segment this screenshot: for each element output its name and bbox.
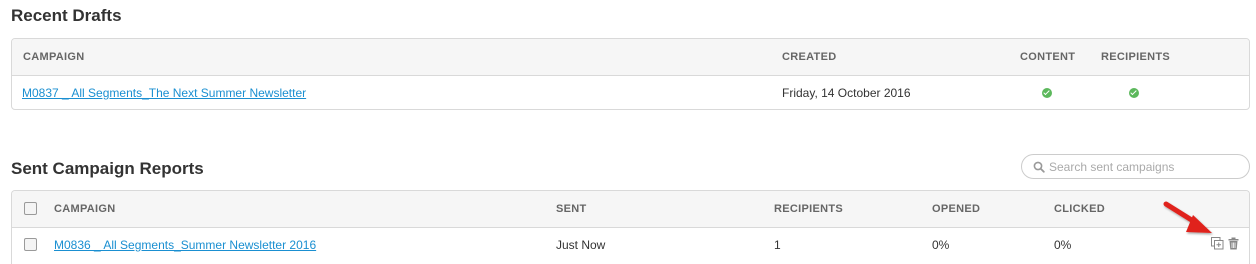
draft-campaign-link[interactable]: M0837 _ All Segments_The Next Summer New… (22, 76, 306, 109)
sent-col-opened[interactable]: OPENED (932, 191, 980, 227)
red-arrow-icon (1163, 201, 1212, 233)
recipients-ok-check-icon (1129, 88, 1139, 98)
drafts-table-header: CAMPAIGN CREATED CONTENT RECIPIENTS (12, 39, 1249, 76)
trash-icon[interactable] (1228, 237, 1239, 250)
sent-recipients-count: 1 (774, 238, 781, 252)
sent-col-recipients[interactable]: RECIPIENTS (774, 191, 843, 227)
sent-col-sent[interactable]: SENT (556, 191, 587, 227)
row-select-checkbox[interactable] (24, 238, 37, 251)
drafts-col-content[interactable]: CONTENT (1020, 39, 1075, 75)
recent-drafts-table: CAMPAIGN CREATED CONTENT RECIPIENTS M083… (11, 38, 1250, 110)
sent-time: Just Now (556, 238, 606, 252)
sent-table-header: CAMPAIGN SENT RECIPIENTS OPENED CLICKED (12, 191, 1249, 228)
drafts-col-created[interactable]: CREATED (782, 39, 836, 75)
search-sent-campaigns (1021, 154, 1250, 179)
recent-drafts-title: Recent Drafts (11, 6, 122, 25)
sent-reports-table: CAMPAIGN SENT RECIPIENTS OPENED CLICKED … (11, 190, 1250, 264)
sent-opened-rate: 0% (932, 238, 950, 252)
search-icon (1033, 161, 1045, 173)
content-ok-check-icon (1042, 88, 1052, 98)
table-row: M0837 _ All Segments_The Next Summer New… (12, 76, 1249, 109)
draft-created-date: Friday, 14 October 2016 (782, 86, 911, 100)
select-all-checkbox[interactable] (24, 202, 37, 215)
sent-col-campaign[interactable]: CAMPAIGN (54, 191, 115, 227)
table-row: M0836 _ All Segments_Summer Newsletter 2… (12, 228, 1249, 262)
sent-col-clicked[interactable]: CLICKED (1054, 191, 1105, 227)
search-input[interactable] (1049, 158, 1239, 175)
sent-clicked-rate: 0% (1054, 238, 1072, 252)
drafts-col-recipients[interactable]: RECIPIENTS (1101, 39, 1170, 75)
sent-campaign-link[interactable]: M0836 _ All Segments_Summer Newsletter 2… (54, 228, 316, 262)
sent-reports-title: Sent Campaign Reports (11, 159, 204, 178)
drafts-col-campaign[interactable]: CAMPAIGN (23, 39, 84, 75)
